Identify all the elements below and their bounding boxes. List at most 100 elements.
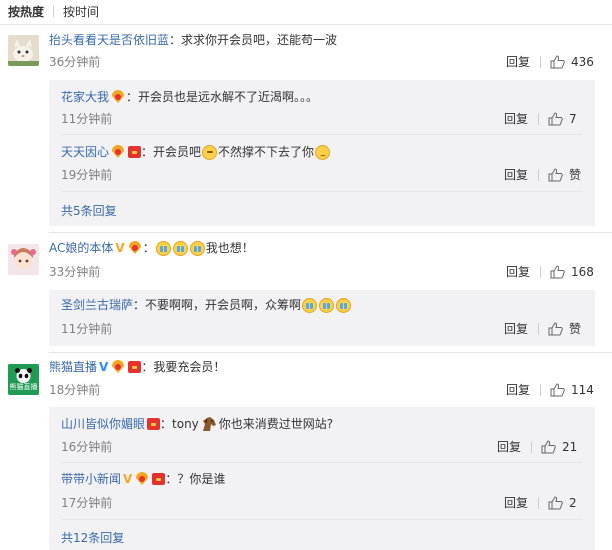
like-button[interactable]: 赞: [548, 166, 581, 183]
like-button[interactable]: 168: [550, 265, 594, 279]
thumbs-up-icon: [548, 111, 563, 125]
like-button[interactable]: 436: [550, 55, 594, 69]
like-button[interactable]: 赞: [548, 320, 581, 337]
sort-divider: [53, 5, 55, 17]
reply-actions: 回复 2: [504, 494, 577, 511]
reply-time: 11分钟前: [61, 322, 113, 336]
avatar[interactable]: [8, 35, 39, 66]
reply-time: 19分钟前: [61, 168, 113, 182]
like-button[interactable]: 7: [548, 112, 577, 126]
red-packet-icon: [128, 146, 142, 158]
red-packet-icon: [128, 361, 142, 373]
reply-button[interactable]: 回复: [504, 166, 528, 183]
like-button[interactable]: 114: [550, 383, 594, 397]
reply-actions: 回复 赞: [504, 166, 581, 183]
comment-time: 33分钟前: [49, 265, 101, 279]
thumbs-up-icon: [550, 382, 565, 396]
crying-emoji-icon: [189, 240, 205, 256]
reply-username[interactable]: 天天因心: [61, 144, 109, 160]
crying-emoji-icon: [302, 297, 318, 313]
action-divider: [540, 265, 542, 278]
reply-time: 11分钟前: [61, 112, 113, 126]
colon: ：: [142, 241, 155, 255]
verified-v-icon: V: [115, 241, 125, 255]
sort-bar-divider: [0, 24, 612, 25]
comment-actions: 回复 168: [506, 263, 594, 280]
action-divider: [540, 383, 542, 396]
comment-username[interactable]: AC娘的本体: [49, 240, 113, 256]
colon: ：: [160, 417, 173, 431]
comment-username[interactable]: 抬头看看天是否依旧蓝: [49, 32, 169, 48]
thumbs-up-icon: [541, 439, 556, 453]
reply-text: 开会员吧: [153, 145, 202, 159]
fan-badge-icon: [128, 241, 141, 254]
thumbs-up-icon: [550, 54, 565, 68]
reply-text: tony: [172, 417, 199, 431]
reply-line: 带带小新闻 V ： ？你是谁: [61, 471, 225, 487]
verified-v-icon: V: [123, 472, 133, 486]
reply-button[interactable]: 回复: [506, 53, 530, 70]
reply-text: 你也来消费过世网站?: [218, 417, 334, 431]
reply-divider: [61, 462, 583, 463]
reply-username[interactable]: 花家大我: [61, 89, 109, 105]
action-divider: [531, 440, 533, 453]
reply-text: 不要啊啊，开会员啊，众筹啊: [145, 298, 302, 312]
more-replies-link[interactable]: 共5条回复: [61, 202, 117, 219]
crying-emoji-icon: [172, 240, 188, 256]
crying-emoji-icon: [155, 240, 171, 256]
comment-line: 熊猫直播 V ： 我要充会员！: [49, 359, 225, 375]
comment-username[interactable]: 熊猫直播: [49, 359, 97, 375]
comment-line: 抬头看看天是否依旧蓝 ： 求求你开会员吧，还能苟一波: [49, 32, 337, 48]
reply-button[interactable]: 回复: [504, 110, 528, 127]
reply-actions: 回复 7: [504, 110, 577, 127]
reply-line: 圣剑兰古瑞萨 ： 不要啊啊，开会员啊，众筹啊: [61, 297, 352, 313]
comment-text: 求求你开会员吧，还能苟一波: [181, 33, 338, 47]
fan-badge-icon: [112, 145, 125, 158]
colon: ：: [141, 360, 154, 374]
reply-username[interactable]: 山川皆似你媚眼: [61, 416, 145, 432]
reply-time: 16分钟前: [61, 440, 113, 454]
avatar[interactable]: 熊猫直播: [8, 364, 39, 395]
reply-divider: [61, 191, 583, 192]
more-replies-link[interactable]: 共12条回复: [61, 529, 124, 546]
comment-text: 我要充会员！: [153, 360, 226, 374]
red-packet-icon: [147, 418, 161, 430]
reply-button[interactable]: 回复: [497, 438, 521, 455]
like-count: 436: [571, 54, 594, 69]
reply-username[interactable]: 圣剑兰古瑞萨: [61, 297, 133, 313]
like-count: 7: [569, 111, 577, 126]
reply-button[interactable]: 回复: [506, 263, 530, 280]
colon: ：: [165, 472, 178, 486]
reply-divider: [61, 519, 583, 520]
like-count: 2: [569, 495, 577, 510]
sort-by-hot-tab[interactable]: 按热度: [8, 3, 44, 20]
sad-emoji-icon: [315, 144, 331, 160]
like-count: 114: [571, 382, 594, 397]
comment-time: 18分钟前: [49, 383, 101, 397]
reply-text: ？你是谁: [177, 472, 226, 486]
comment-actions: 回复 436: [506, 53, 594, 70]
like-button[interactable]: 21: [541, 440, 577, 454]
like-button[interactable]: 2: [548, 496, 577, 510]
reply-button[interactable]: 回复: [506, 381, 530, 398]
action-divider: [538, 496, 540, 509]
red-packet-icon: [152, 473, 166, 485]
anime-avatar-icon: [8, 244, 39, 275]
verified-v-icon: V: [99, 360, 109, 374]
thumbs-up-icon: [548, 495, 563, 509]
fan-badge-icon: [112, 90, 125, 103]
reply-button[interactable]: 回复: [504, 494, 528, 511]
like-count: 赞: [569, 322, 582, 336]
reply-actions: 回复 21: [497, 438, 577, 455]
crying-emoji-icon: [336, 297, 352, 313]
avatar[interactable]: [8, 244, 39, 275]
colon: ：: [141, 145, 154, 159]
action-divider: [538, 322, 540, 335]
comment-line: AC娘的本体 V ： 我也想！: [49, 240, 254, 256]
reply-username[interactable]: 带带小新闻: [61, 471, 121, 487]
reply-divider: [61, 134, 583, 135]
colon: ：: [133, 298, 146, 312]
sort-by-time-tab[interactable]: 按时间: [63, 3, 99, 20]
horse-emoji-icon: [202, 417, 216, 431]
reply-button[interactable]: 回复: [504, 320, 528, 337]
